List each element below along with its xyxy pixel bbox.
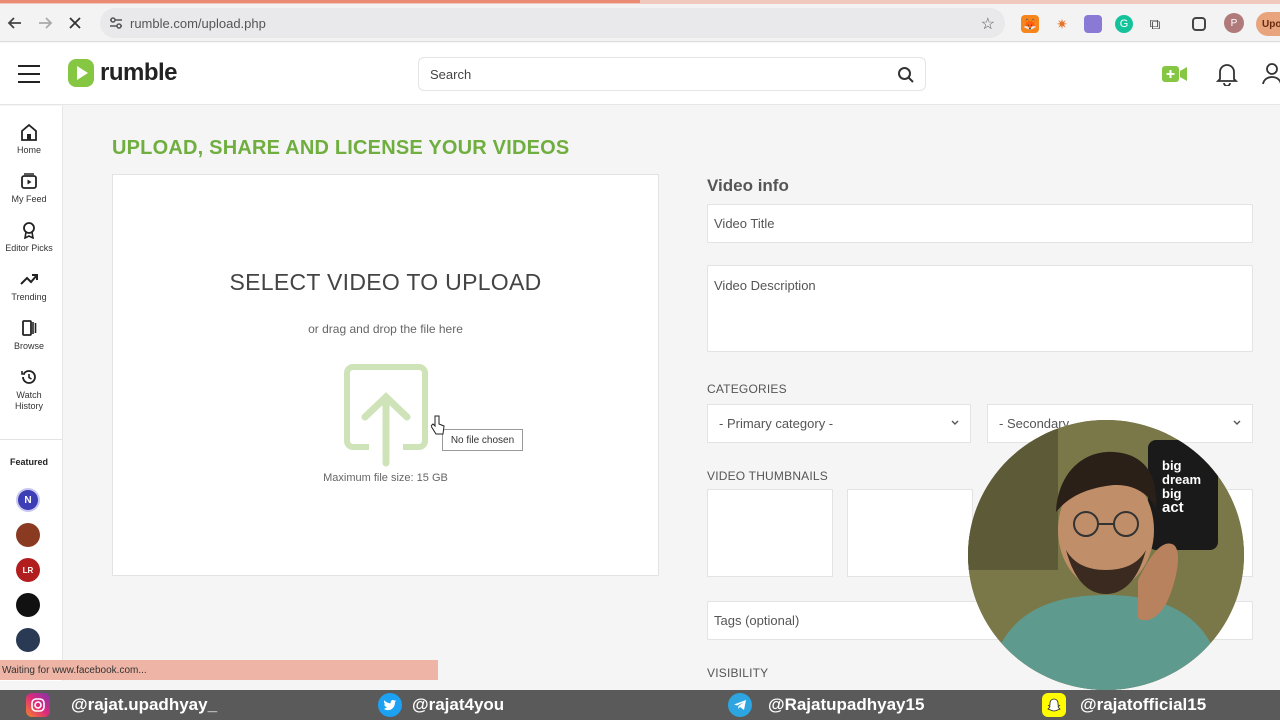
browse-icon: [22, 320, 37, 336]
menu-icon[interactable]: [18, 65, 40, 83]
trending-icon: [20, 274, 38, 285]
page-title: UPLOAD, SHARE AND LICENSE YOUR VIDEOS: [112, 137, 570, 159]
svg-text:act: act: [1162, 499, 1184, 516]
social-handles-bar: @rajat.upadhyay_ @rajat4you @Rajatupadhy…: [0, 690, 1280, 720]
upload-heading: SELECT VIDEO TO UPLOAD: [229, 269, 542, 295]
sparkle-extension-icon[interactable]: ✷: [1053, 15, 1071, 33]
telegram-handle: @Rajatupadhyay15: [728, 690, 924, 720]
extensions-puzzle-icon[interactable]: ⧉: [1146, 15, 1164, 33]
sidebar-item-label: Home: [16, 145, 41, 155]
upload-arrow-icon[interactable]: [343, 363, 429, 467]
video-description-field[interactable]: [707, 265, 1253, 352]
hand-cursor-icon: [431, 415, 445, 435]
video-dropzone[interactable]: SELECT VIDEO TO UPLOAD or drag and drop …: [112, 174, 659, 576]
metamask-extension-icon[interactable]: 🦊: [1021, 15, 1039, 33]
sidebar-item-home[interactable]: Home: [0, 123, 58, 155]
stop-loading-icon[interactable]: [60, 8, 90, 38]
sidebar-item-label: Trending: [11, 292, 47, 302]
sidebar-item-trending[interactable]: Trending: [0, 270, 58, 302]
twitter-handle: @rajat4you: [378, 690, 504, 720]
award-icon: [23, 222, 35, 239]
site-settings-icon[interactable]: [108, 15, 124, 31]
bookmark-star-icon[interactable]: ☆: [981, 14, 995, 34]
rumble-logo[interactable]: rumble: [68, 59, 178, 87]
sidebar-item-my-feed[interactable]: My Feed: [0, 172, 58, 204]
sidebar-item-label: Watch History: [14, 390, 43, 411]
forward-icon[interactable]: [30, 8, 60, 38]
upload-video-icon[interactable]: [1162, 65, 1188, 83]
visibility-label: VISIBILITY: [707, 666, 769, 680]
search-icon[interactable]: [897, 66, 915, 84]
home-icon: [21, 123, 37, 141]
brand-name: rumble: [100, 59, 178, 86]
snapchat-handle: @rajatofficial15: [1042, 690, 1206, 720]
presenter-video: big dream big act: [968, 420, 1244, 690]
video-title-field[interactable]: [707, 204, 1253, 243]
notifications-bell-icon[interactable]: [1216, 62, 1238, 86]
profile-avatar[interactable]: P: [1224, 13, 1244, 33]
video-description-input[interactable]: [708, 266, 1252, 351]
svg-text:dream: dream: [1162, 472, 1201, 487]
video-title-input[interactable]: [708, 205, 1252, 242]
address-bar[interactable]: rumble.com/upload.php ☆: [100, 8, 1005, 38]
update-chip[interactable]: Upo: [1256, 12, 1280, 36]
search-input[interactable]: [419, 58, 859, 90]
thumbnail-slot[interactable]: [707, 489, 833, 577]
file-chosen-status: No file chosen: [442, 429, 523, 451]
address-url[interactable]: rumble.com/upload.php: [130, 16, 266, 31]
grammarly-extension-icon[interactable]: G: [1115, 15, 1133, 33]
sidebar-item-label: Editor Picks: [5, 243, 53, 253]
site-header: rumble: [0, 43, 1280, 105]
video-info-heading: Video info: [707, 176, 789, 195]
browser-toolbar: rumble.com/upload.php ☆ 🦊 ✷ G ⧉ P Upo: [0, 4, 1280, 42]
sidebar-item-editor-picks[interactable]: Editor Picks: [0, 221, 58, 253]
featured-channel-avatar[interactable]: [16, 523, 40, 547]
primary-category-value: - Primary category -: [719, 416, 834, 431]
featured-channel-avatar[interactable]: N: [16, 488, 40, 512]
sidebar-item-label: My Feed: [11, 194, 47, 204]
webcam-overlay: big dream big act: [968, 420, 1244, 690]
sidebar: Home My Feed Editor Picks Trending Brows…: [0, 106, 63, 681]
max-file-size: Maximum file size: 15 GB: [323, 472, 448, 484]
twitter-icon: [378, 693, 402, 717]
side-panel-icon[interactable]: [1192, 17, 1206, 31]
featured-channel-avatar[interactable]: [16, 628, 40, 652]
sidebar-divider: [0, 439, 62, 440]
search-bar[interactable]: [418, 57, 926, 91]
sidebar-item-watch-history[interactable]: Watch History: [0, 368, 58, 412]
primary-category-select[interactable]: - Primary category -: [707, 404, 971, 443]
featured-channel-avatar[interactable]: LR: [16, 558, 40, 582]
ai-extension-icon[interactable]: [1084, 15, 1102, 33]
history-icon: [21, 370, 36, 384]
chevron-down-icon: [951, 420, 959, 425]
back-icon[interactable]: [0, 8, 30, 38]
categories-label: CATEGORIES: [707, 382, 787, 396]
instagram-icon: [26, 693, 50, 717]
instagram-handle: @rajat.upadhyay_: [26, 690, 217, 720]
browser-status-bar: Waiting for www.facebook.com...: [0, 660, 438, 680]
chevron-down-icon: [1233, 420, 1241, 425]
thumbnails-label: VIDEO THUMBNAILS: [707, 469, 829, 483]
feed-icon: [21, 173, 37, 189]
featured-channel-avatar[interactable]: [16, 593, 40, 617]
sidebar-item-label: Browse: [13, 341, 44, 351]
featured-heading: Featured: [9, 457, 48, 467]
svg-text:big: big: [1162, 458, 1182, 473]
telegram-icon: [728, 693, 752, 717]
rumble-play-icon: [68, 59, 94, 87]
drag-drop-hint: or drag and drop the file here: [308, 322, 463, 336]
snapchat-icon: [1042, 693, 1066, 717]
thumbnail-slot[interactable]: [847, 489, 973, 577]
sidebar-item-browse[interactable]: Browse: [0, 319, 58, 351]
account-icon[interactable]: [1262, 63, 1280, 85]
